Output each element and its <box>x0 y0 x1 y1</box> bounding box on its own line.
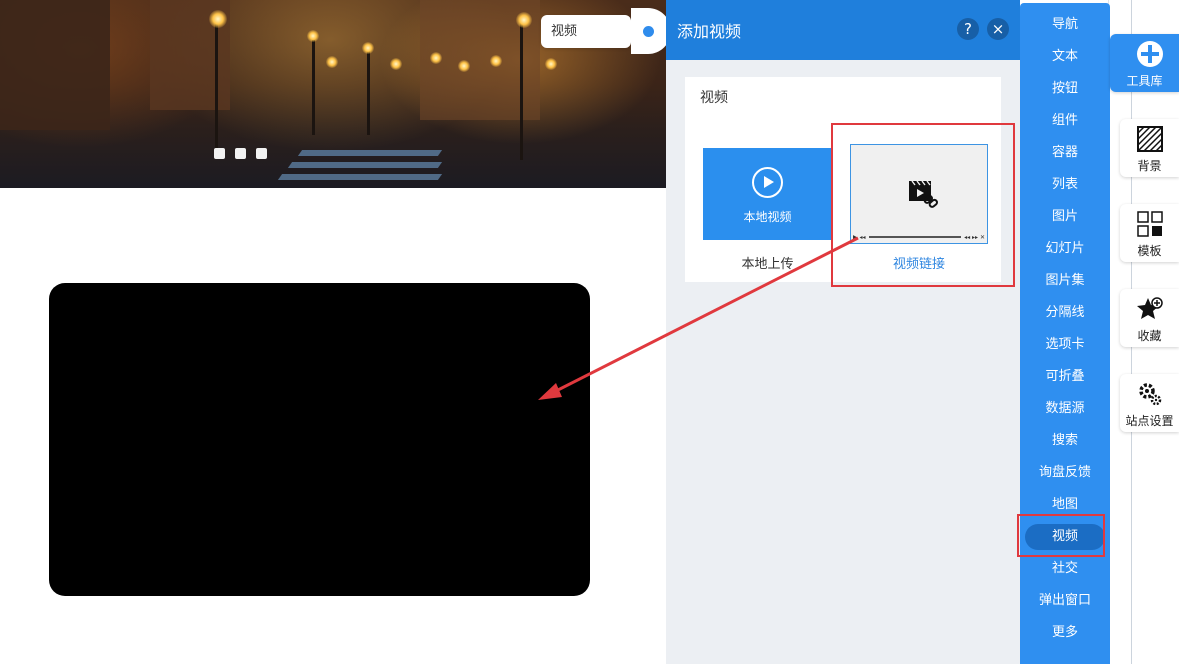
favorites-button[interactable]: 收藏 <box>1120 289 1179 347</box>
menu-item[interactable]: 弹出窗口 <box>1020 588 1110 614</box>
help-button[interactable]: ? <box>957 18 979 40</box>
menu-item[interactable]: 搜索 <box>1020 428 1110 454</box>
video-placeholder[interactable] <box>49 283 590 596</box>
template-label: 模板 <box>1137 244 1162 258</box>
close-button[interactable]: × <box>987 18 1009 40</box>
menu-item[interactable]: 图片集 <box>1020 268 1110 294</box>
menu-item[interactable]: 列表 <box>1020 172 1110 198</box>
add-video-panel: 添加视频 ? × 视频 本地视频 本地上传 ▶ ◂◂ ◂◂ ▸▸ ✕ 视频链接 <box>666 0 1020 664</box>
toolbox-label: 工具库 <box>1126 74 1163 88</box>
site-settings-button[interactable]: 站点设置 <box>1120 374 1179 432</box>
panel-header: 添加视频 ? × <box>666 0 1020 60</box>
play-icon <box>752 167 783 198</box>
section-title: 视频 <box>700 90 728 106</box>
template-button[interactable]: 模板 <box>1120 204 1179 262</box>
menu-item[interactable]: 选项卡 <box>1020 332 1110 358</box>
menu-item[interactable]: 图片 <box>1020 204 1110 230</box>
tooltip-label: 视频 <box>551 24 578 39</box>
star-icon <box>1137 297 1163 319</box>
local-upload-caption[interactable]: 本地上传 <box>703 253 832 272</box>
hover-tooltip: 视频 <box>541 15 631 48</box>
gear-icon <box>1139 383 1162 406</box>
local-video-option[interactable]: 本地视频 <box>703 148 832 240</box>
connector-dot-icon <box>643 26 654 37</box>
site-settings-label: 站点设置 <box>1125 414 1174 428</box>
toolbox-button[interactable]: 工具库 <box>1110 34 1179 92</box>
carousel-dot[interactable] <box>214 148 225 159</box>
menu-item[interactable]: 文本 <box>1020 44 1110 70</box>
template-icon <box>1137 211 1163 237</box>
menu-item[interactable]: 导航 <box>1020 12 1110 38</box>
background-label: 背景 <box>1137 159 1162 173</box>
menu-item[interactable]: 幻灯片 <box>1020 236 1110 262</box>
menu-item[interactable]: 分隔线 <box>1020 300 1110 326</box>
carousel-dots <box>214 148 267 159</box>
menu-video-highlight <box>1017 514 1105 557</box>
carousel-dot[interactable] <box>256 148 267 159</box>
menu-item[interactable]: 可折叠 <box>1020 364 1110 390</box>
component-menu: 导航 文本 按钮 组件 容器 列表 图片 幻灯片 图片集 分隔线 选项卡 可折叠 数据源 搜索 询盘反馈 地图… <box>1020 3 1110 664</box>
panel-title: 添加视频 <box>677 22 742 41</box>
favorites-label: 收藏 <box>1137 329 1162 343</box>
carousel-dot[interactable] <box>235 148 246 159</box>
background-icon <box>1137 126 1163 152</box>
menu-item[interactable]: 更多 <box>1020 620 1110 646</box>
menu-item[interactable]: 组件 <box>1020 108 1110 134</box>
editor-canvas: 视频 添加视频 ? × 视频 本地视频 本地上传 ▶ ◂◂ ◂◂ ▸▸ ✕ 视频… <box>0 0 1179 664</box>
menu-item[interactable]: 容器 <box>1020 140 1110 166</box>
background-button[interactable]: 背景 <box>1120 119 1179 177</box>
menu-item[interactable]: 社交 <box>1020 556 1110 582</box>
local-video-label: 本地视频 <box>743 210 792 224</box>
menu-item[interactable]: 按钮 <box>1020 76 1110 102</box>
menu-item[interactable]: 询盘反馈 <box>1020 460 1110 486</box>
video-link-highlight <box>831 123 1015 287</box>
plus-icon <box>1137 41 1163 67</box>
menu-item[interactable]: 数据源 <box>1020 396 1110 422</box>
